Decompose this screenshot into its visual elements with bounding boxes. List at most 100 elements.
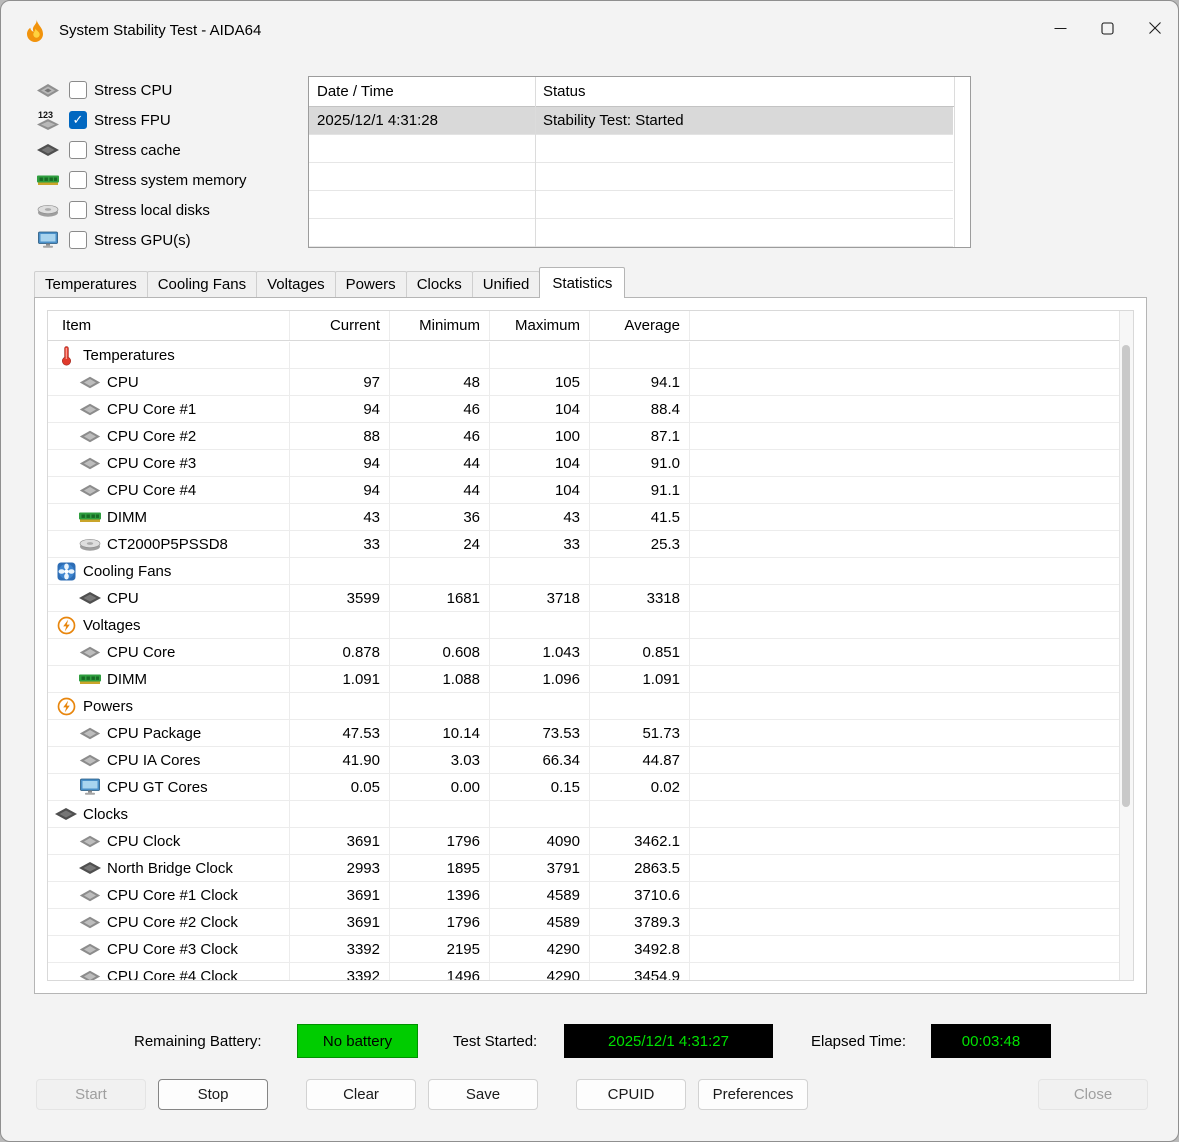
log-column-header[interactable]: Status — [535, 83, 970, 100]
stats-column-header[interactable]: Average — [590, 311, 690, 340]
stats-scrollbar-thumb[interactable] — [1122, 345, 1130, 807]
stress-option-label: Stress system memory — [94, 171, 247, 189]
stats-minimum-value — [390, 342, 490, 368]
stats-maximum-value: 104 — [490, 477, 590, 503]
stats-row-label: Voltages — [83, 616, 141, 634]
stats-row[interactable]: CPU Core #4 Clock 3392 1496 4290 3454.9 — [48, 963, 1119, 980]
stats-current-value: 41.90 — [290, 747, 390, 773]
window-close-button[interactable] — [1131, 1, 1178, 59]
chip-icon — [78, 430, 102, 443]
stats-column-header[interactable]: Current — [290, 311, 390, 340]
stress-option-label: Stress FPU — [94, 111, 171, 129]
stress-option-checkbox[interactable] — [69, 81, 87, 99]
stats-row[interactable]: CPU GT Cores 0.05 0.00 0.15 0.02 — [48, 774, 1119, 801]
stats-row-filler — [690, 774, 1119, 800]
log-row[interactable]: 2025/12/1 4:31:28 Stability Test: Started — [309, 107, 953, 135]
stop-button[interactable]: Stop — [158, 1079, 268, 1110]
stats-group-row[interactable]: Temperatures — [48, 342, 1119, 369]
stats-column-header[interactable]: Minimum — [390, 311, 490, 340]
stats-maximum-value — [490, 612, 590, 638]
stats-group-row[interactable]: Clocks — [48, 801, 1119, 828]
stress-option-checkbox[interactable] — [69, 201, 87, 219]
stats-row[interactable]: CPU Core #2 Clock 3691 1796 4589 3789.3 — [48, 909, 1119, 936]
stats-row[interactable]: CPU 97 48 105 94.1 — [48, 369, 1119, 396]
stats-average-value: 0.851 — [590, 639, 690, 665]
stats-row-filler — [690, 396, 1119, 422]
stats-current-value: 94 — [290, 396, 390, 422]
log-empty-row — [309, 219, 953, 247]
stats-column-header[interactable]: Item — [48, 311, 290, 340]
log-scrollbar-gutter[interactable] — [954, 77, 970, 247]
tab-voltages[interactable]: Voltages — [256, 271, 336, 297]
tab-powers[interactable]: Powers — [334, 271, 407, 297]
stress-option-checkbox[interactable] — [69, 141, 87, 159]
stats-minimum-value: 1796 — [390, 909, 490, 935]
stats-row[interactable]: CPU Clock 3691 1796 4090 3462.1 — [48, 828, 1119, 855]
stats-row-label: CPU Core #1 — [107, 400, 197, 418]
stats-current-value: 94 — [290, 477, 390, 503]
stress-option-checkbox[interactable]: ✓ — [69, 111, 87, 129]
stats-row-filler — [690, 585, 1119, 611]
stats-row[interactable]: CPU Core #3 94 44 104 91.0 — [48, 450, 1119, 477]
stats-row[interactable]: CPU 3599 1681 3718 3318 — [48, 585, 1119, 612]
stats-row[interactable]: DIMM 1.091 1.088 1.096 1.091 — [48, 666, 1119, 693]
cache-icon — [78, 591, 102, 605]
clear-button[interactable]: Clear — [306, 1079, 416, 1110]
stats-row[interactable]: CPU IA Cores 41.90 3.03 66.34 44.87 — [48, 747, 1119, 774]
stats-row[interactable]: CPU Core #1 Clock 3691 1396 4589 3710.6 — [48, 882, 1119, 909]
stats-row[interactable]: CPU Core #2 88 46 100 87.1 — [48, 423, 1119, 450]
stats-row[interactable]: CPU Core #4 94 44 104 91.1 — [48, 477, 1119, 504]
cache-icon — [34, 143, 62, 157]
log-column-divider — [535, 77, 536, 247]
window-maximize-button[interactable] — [1084, 1, 1131, 59]
stats-current-value: 3691 — [290, 882, 390, 908]
stats-current-value: 3392 — [290, 963, 390, 980]
stats-row-filler — [690, 909, 1119, 935]
cache-icon — [78, 861, 102, 875]
stats-maximum-value: 43 — [490, 504, 590, 530]
test-started-value: 2025/12/1 4:31:27 — [564, 1024, 773, 1058]
tab-cooling-fans[interactable]: Cooling Fans — [146, 271, 258, 297]
disk-icon — [34, 203, 62, 218]
stats-minimum-value: 1681 — [390, 585, 490, 611]
stats-row[interactable]: North Bridge Clock 2993 1895 3791 2863.5 — [48, 855, 1119, 882]
tab-statistics[interactable]: Statistics — [539, 267, 626, 298]
stats-group-row[interactable]: Powers — [48, 693, 1119, 720]
cpuid-button[interactable]: CPUID — [576, 1079, 686, 1110]
stats-row-filler — [690, 558, 1119, 584]
stats-row-filler — [690, 612, 1119, 638]
bolt-icon — [54, 616, 78, 635]
stats-row[interactable]: CPU Core 0.878 0.608 1.043 0.851 — [48, 639, 1119, 666]
stats-column-header[interactable]: Maximum — [490, 311, 590, 340]
stress-option-row: Stress GPU(s) — [34, 225, 247, 255]
tab-clocks[interactable]: Clocks — [405, 271, 473, 297]
stats-row[interactable]: CT2000P5PSSD8 33 24 33 25.3 — [48, 531, 1119, 558]
log-column-header[interactable]: Date / Time — [309, 83, 535, 100]
stats-minimum-value: 36 — [390, 504, 490, 530]
stats-maximum-value: 1.096 — [490, 666, 590, 692]
stress-option-checkbox[interactable] — [69, 171, 87, 189]
stats-average-value — [590, 693, 690, 719]
start-button[interactable]: Start — [36, 1079, 146, 1110]
stats-scrollbar[interactable] — [1119, 311, 1133, 980]
stats-row-label: CPU Core #4 Clock — [107, 967, 238, 981]
tab-temperatures[interactable]: Temperatures — [34, 271, 148, 297]
stats-group-row[interactable]: Cooling Fans — [48, 558, 1119, 585]
window-minimize-button[interactable] — [1037, 1, 1084, 59]
stats-maximum-value: 104 — [490, 396, 590, 422]
chip-icon — [78, 457, 102, 470]
stress-option-checkbox[interactable] — [69, 231, 87, 249]
stats-group-row[interactable]: Voltages — [48, 612, 1119, 639]
preferences-button[interactable]: Preferences — [698, 1079, 808, 1110]
chip-icon — [78, 403, 102, 416]
stats-row[interactable]: CPU Core #1 94 46 104 88.4 — [48, 396, 1119, 423]
stats-current-value: 0.878 — [290, 639, 390, 665]
stats-row[interactable]: CPU Package 47.53 10.14 73.53 51.73 — [48, 720, 1119, 747]
stats-row[interactable]: CPU Core #3 Clock 3392 2195 4290 3492.8 — [48, 936, 1119, 963]
stats-row-label: CT2000P5PSSD8 — [107, 535, 228, 553]
close-button[interactable]: Close — [1038, 1079, 1148, 1110]
tab-unified[interactable]: Unified — [471, 271, 541, 297]
stats-row[interactable]: DIMM 43 36 43 41.5 — [48, 504, 1119, 531]
stress-option-row: Stress CPU — [34, 75, 247, 105]
save-button[interactable]: Save — [428, 1079, 538, 1110]
